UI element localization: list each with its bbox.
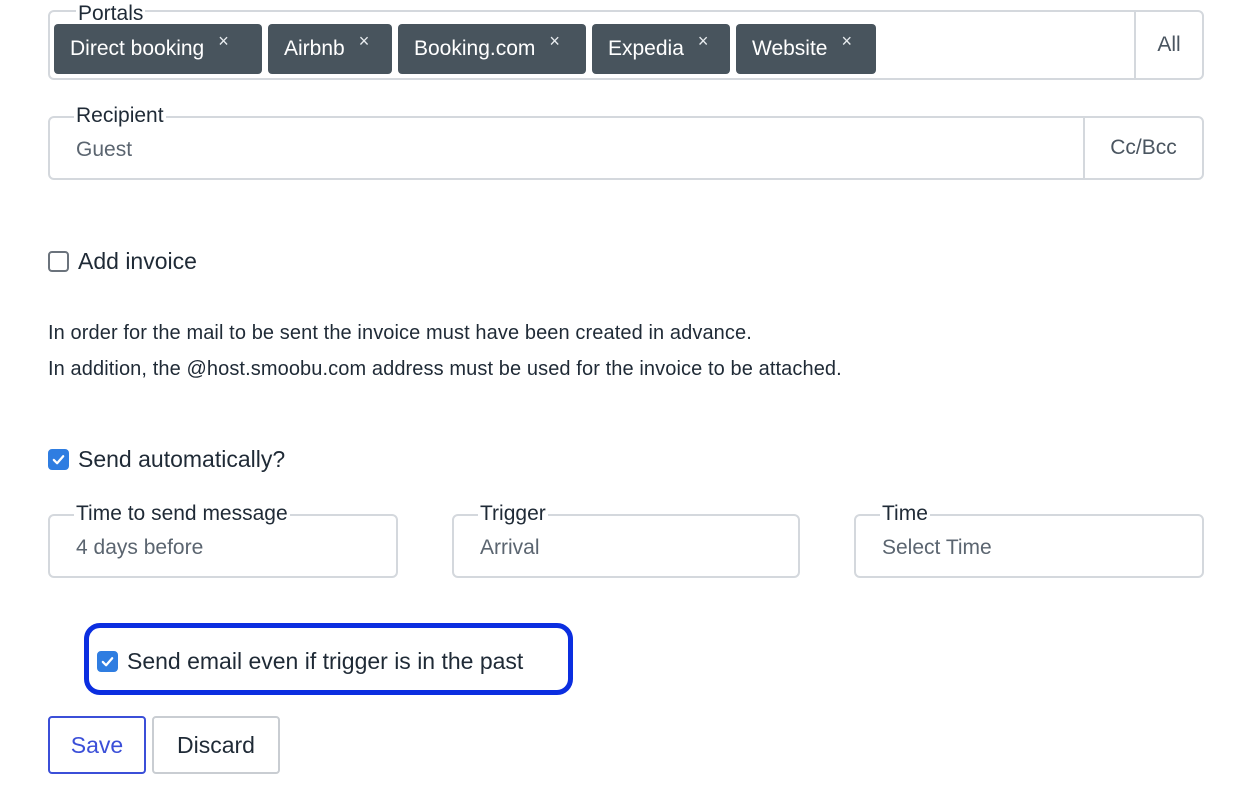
chip-booking-com[interactable]: Booking.com × xyxy=(398,24,586,74)
cc-bcc-button[interactable]: Cc/Bcc xyxy=(1083,118,1202,178)
invoice-info-line-2: In addition, the @host.smoobu.com addres… xyxy=(48,358,842,380)
add-invoice-checkbox[interactable] xyxy=(48,251,69,272)
add-invoice-label: Add invoice xyxy=(78,248,197,274)
recipient-field[interactable]: Recipient Guest Cc/Bcc xyxy=(48,104,1204,180)
remove-icon[interactable]: × xyxy=(218,31,229,52)
chip-website[interactable]: Website × xyxy=(736,24,876,74)
chip-airbnb[interactable]: Airbnb × xyxy=(268,24,392,74)
time-to-send-value: 4 days before xyxy=(76,536,204,559)
select-all-button[interactable]: All xyxy=(1134,12,1202,78)
send-automatically-label: Send automatically? xyxy=(78,446,286,472)
send-even-if-past-label: Send email even if trigger is in the pas… xyxy=(127,648,524,674)
remove-icon[interactable]: × xyxy=(841,31,852,52)
remove-icon[interactable]: × xyxy=(359,31,370,52)
trigger-legend: Trigger xyxy=(478,502,548,526)
invoice-info-line-1: In order for the mail to be sent the inv… xyxy=(48,322,752,344)
add-invoice-row[interactable]: Add invoice xyxy=(48,248,197,275)
checkmark-icon xyxy=(52,455,65,465)
chip-label: Airbnb xyxy=(284,37,345,60)
save-button[interactable]: Save xyxy=(48,716,146,774)
chip-label: Expedia xyxy=(608,37,684,60)
send-automatically-checkbox[interactable] xyxy=(48,449,69,470)
discard-button[interactable]: Discard xyxy=(152,716,280,774)
send-even-if-past-row[interactable]: Send email even if trigger is in the pas… xyxy=(97,648,523,675)
trigger-value: Arrival xyxy=(480,536,540,559)
chip-expedia[interactable]: Expedia × xyxy=(592,24,730,74)
chip-label: Direct booking xyxy=(70,37,205,60)
recipient-value: Guest xyxy=(76,138,133,161)
chip-label: Website xyxy=(752,37,828,60)
time-legend: Time xyxy=(880,502,930,526)
remove-icon[interactable]: × xyxy=(549,31,560,52)
portal-chips: Direct booking × Airbnb × Booking.com × … xyxy=(54,24,876,74)
time-field[interactable]: Time Select Time xyxy=(854,502,1204,578)
time-to-send-legend: Time to send message xyxy=(74,502,290,526)
recipient-legend: Recipient xyxy=(74,104,166,128)
chip-direct-booking[interactable]: Direct booking × xyxy=(54,24,262,74)
portals-legend: Portals xyxy=(76,2,146,26)
chip-label: Booking.com xyxy=(414,37,536,60)
portals-field[interactable]: Portals Direct booking × Airbnb × Bookin… xyxy=(48,2,1204,80)
remove-icon[interactable]: × xyxy=(698,31,709,52)
send-even-if-past-checkbox[interactable] xyxy=(97,651,118,672)
time-value: Select Time xyxy=(882,536,992,559)
trigger-field[interactable]: Trigger Arrival xyxy=(452,502,800,578)
checkmark-icon xyxy=(101,657,114,667)
send-automatically-row[interactable]: Send automatically? xyxy=(48,446,285,473)
time-to-send-field[interactable]: Time to send message 4 days before xyxy=(48,502,398,578)
